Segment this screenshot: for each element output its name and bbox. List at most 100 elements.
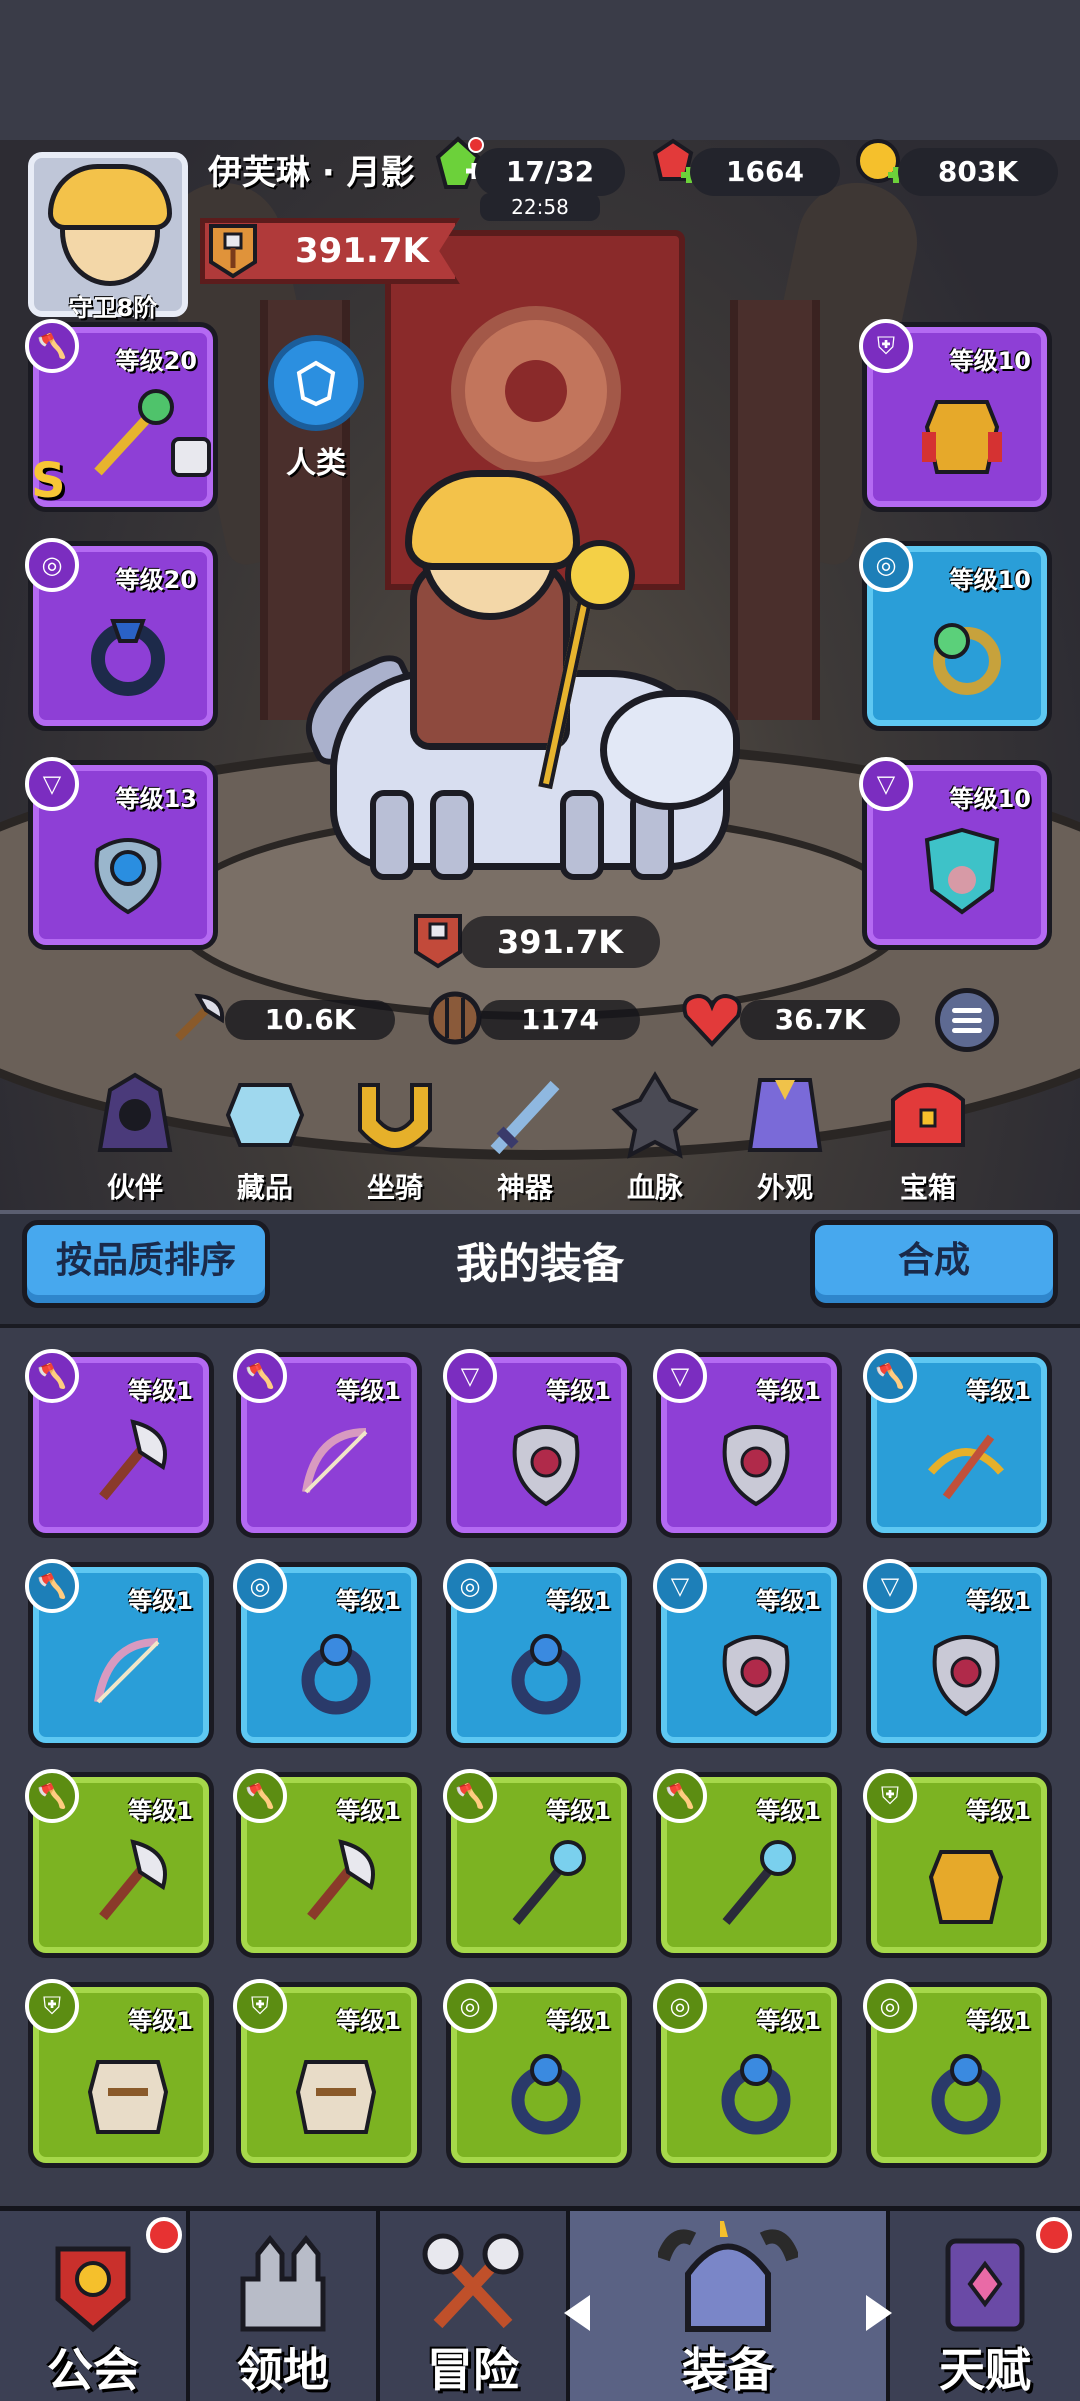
item-level: 等级1 (128, 1377, 193, 1405)
nav-label: 冒险 (427, 2343, 519, 2397)
inventory-item[interactable]: 🪓 等级1 (863, 1349, 1052, 1538)
collection-icon (225, 1083, 305, 1147)
inventory-item[interactable]: ▽ 等级1 (443, 1349, 632, 1538)
slot-level: 等级10 (949, 566, 1031, 594)
item-level: 等级1 (756, 1587, 821, 1615)
amulet-icon (722, 1425, 790, 1507)
item-level: 等级1 (546, 1377, 611, 1405)
item-level: 等级1 (546, 1797, 611, 1825)
inventory-item[interactable]: ⛨ 等级1 (863, 1769, 1052, 1958)
equipped-weapon-slot[interactable]: 🪓 等级20 S (25, 319, 218, 512)
item-level: 等级1 (336, 1377, 401, 1405)
axe-icon (99, 1419, 167, 1501)
inventory-item[interactable]: ▽ 等级1 (653, 1559, 842, 1748)
inventory-item[interactable]: 🪓 等级1 (233, 1769, 422, 1958)
equipped-helmet-slot[interactable]: ▽ 等级10 (859, 757, 1052, 950)
defense-stat: 1174 (480, 1000, 640, 1040)
inventory-item[interactable]: ◎ 等级1 (443, 1559, 632, 1748)
nav-prev-arrow[interactable] (564, 2295, 590, 2331)
category-collection[interactable]: 藏品 (205, 1070, 325, 1210)
crossbow-icon (927, 1434, 1005, 1500)
category-label: 宝箱 (899, 1171, 956, 1204)
inventory-item[interactable]: 🪓 等级1 (653, 1769, 842, 1958)
inventory-item[interactable]: ◎ 等级1 (863, 1979, 1052, 2168)
slot-level: 等级10 (949, 347, 1031, 375)
armor-icon (922, 400, 1002, 474)
inventory-item[interactable]: ◎ 等级1 (443, 1979, 632, 2168)
inventory-item[interactable]: 🪓 等级1 (25, 1769, 214, 1958)
merge-button[interactable]: 合成 (810, 1220, 1058, 1308)
artifact-icon (490, 1080, 560, 1155)
attack-axe-icon (175, 993, 225, 1041)
inventory-item[interactable]: ⛨ 等级1 (233, 1979, 422, 2168)
ring-icon (511, 2054, 581, 2135)
equipped-ring-slot[interactable]: ◎ 等级20 (25, 538, 218, 731)
staff-icon (94, 389, 174, 476)
wolf-leg (430, 790, 474, 880)
sort-by-quality-button[interactable]: 按品质排序 (22, 1220, 270, 1308)
player-rank: 守卫8阶 (68, 294, 158, 322)
inventory-item[interactable]: ▽ 等级1 (863, 1559, 1052, 1748)
ring-type-icon: ◎ (859, 538, 913, 592)
energy-counter: 17/32 (475, 148, 625, 196)
item-type-icon: 🪓 (653, 1769, 707, 1823)
inventory-item[interactable]: 🪓 等级1 (25, 1559, 214, 1748)
appearance-icon (747, 1078, 823, 1152)
ring-icon (301, 1634, 371, 1715)
inventory-item[interactable]: 🪓 等级1 (25, 1349, 214, 1538)
equipment-screen: 守卫8阶 伊芙琳 · 月影 17/32 22:58 1664 803K 391.… (0, 0, 1080, 2401)
item-level: 等级1 (966, 1797, 1031, 1825)
staff-icon (722, 1840, 796, 1925)
amulet-icon (94, 838, 162, 915)
item-type-icon: ▽ (443, 1349, 497, 1403)
guild-notification-dot (146, 2217, 182, 2253)
category-chest[interactable]: 宝箱 (868, 1070, 988, 1210)
equipped-necklace-slot[interactable]: ▽ 等级13 (25, 757, 218, 950)
gold-counter: 803K (898, 148, 1058, 196)
category-label: 外观 (756, 1171, 813, 1204)
bow-icon (302, 1428, 368, 1494)
power-axe-icon (414, 914, 462, 969)
equipped-ring2-slot[interactable]: ◎ 等级10 (859, 538, 1052, 731)
inventory-item[interactable]: 🪓 等级1 (233, 1349, 422, 1538)
hero-power: 391.7K (460, 916, 660, 968)
slot-level: 等级20 (115, 566, 197, 594)
category-artifact[interactable]: 神器 (465, 1070, 585, 1210)
item-type-icon: 🪓 (25, 1769, 79, 1823)
top-band (0, 0, 1080, 140)
amulet-icon (722, 1635, 790, 1717)
wolf-leg (560, 790, 604, 880)
inventory-item[interactable]: ◎ 等级1 (233, 1559, 422, 1748)
heart-icon (682, 993, 742, 1047)
nav-equipment[interactable]: 装备 (570, 2211, 890, 2401)
inventory-item[interactable]: ⛨ 等级1 (25, 1979, 214, 2168)
inventory-item[interactable]: 🪓 等级1 (443, 1769, 632, 1958)
slot-level: 等级20 (115, 347, 197, 375)
ring-icon (511, 1634, 581, 1715)
combat-power-value: 391.7K (295, 231, 429, 271)
category-companion[interactable]: 伙伴 (75, 1070, 195, 1210)
helmet-icon (658, 2221, 798, 2332)
item-type-icon: ⛨ (25, 1979, 79, 2033)
race-button[interactable] (268, 335, 364, 431)
inventory-item[interactable]: ◎ 等级1 (653, 1979, 842, 2168)
category-appearance[interactable]: 外观 (725, 1070, 845, 1210)
wolf-head (600, 690, 740, 810)
nav-adventure[interactable]: 冒险 (380, 2211, 570, 2401)
item-level: 等级1 (336, 1797, 401, 1825)
inventory-item[interactable]: ▽ 等级1 (653, 1349, 842, 1538)
category-mount[interactable]: 坐骑 (335, 1070, 455, 1210)
weapon-type-icon: 🪓 (25, 319, 79, 373)
nav-next-arrow[interactable] (866, 2295, 892, 2331)
shield-icon (428, 991, 482, 1045)
axe-icon (307, 1839, 375, 1921)
amulet-icon (512, 1425, 580, 1507)
stats-menu-button[interactable] (935, 988, 999, 1052)
nav-territory[interactable]: 领地 (190, 2211, 380, 2401)
throne-pillar-right (730, 300, 820, 720)
category-bloodline[interactable]: 血脉 (595, 1070, 715, 1210)
armor-type-icon: ⛨ (859, 319, 913, 373)
companion-icon (97, 1072, 173, 1152)
equipped-armor-slot[interactable]: ⛨ 等级10 (859, 319, 1052, 512)
item-level: 等级1 (336, 2007, 401, 2035)
